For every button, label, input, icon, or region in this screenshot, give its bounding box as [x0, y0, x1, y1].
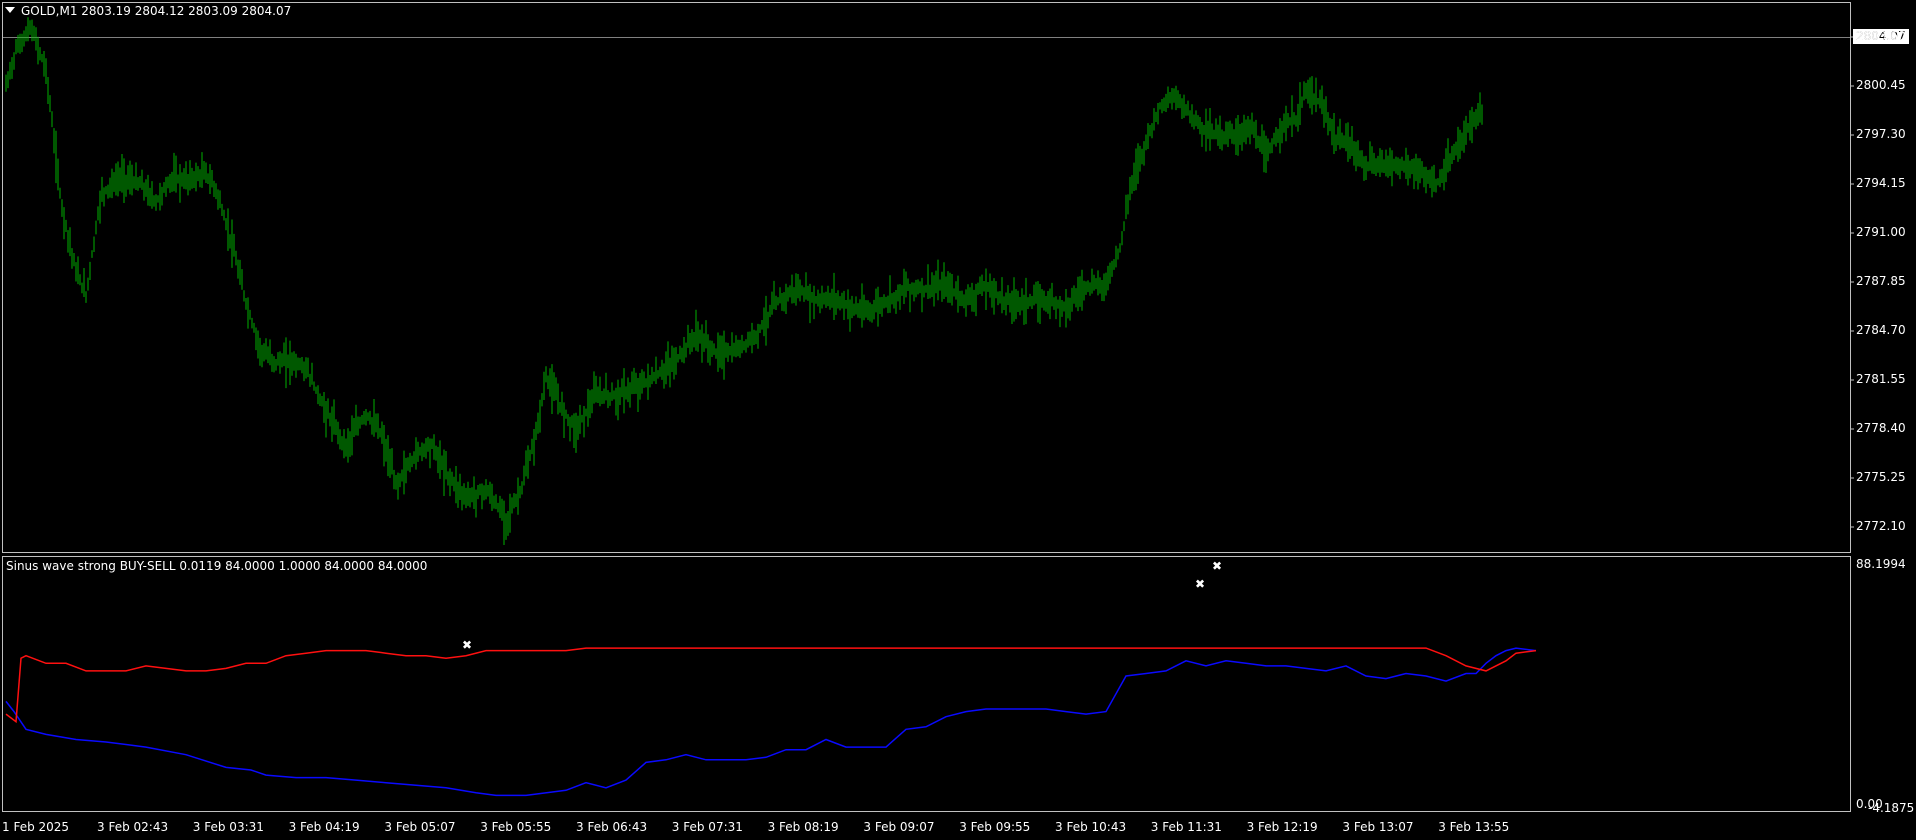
indicator-axis-top: 88.1994 — [1856, 557, 1906, 571]
time-axis-label: 3 Feb 05:55 — [480, 820, 552, 834]
time-axis-label: 3 Feb 13:55 — [1438, 820, 1510, 834]
time-axis-label: 3 Feb 03:31 — [192, 820, 264, 834]
price-axis-label: 2778.40 — [1856, 421, 1906, 435]
indicator-title: Sinus wave strong BUY-SELL 0.0119 84.000… — [6, 559, 428, 573]
indicator-axis-bottom-overlap: -4.1875 — [1868, 801, 1915, 815]
price-axis-label: 2772.10 — [1856, 519, 1906, 533]
chart-title: GOLD,M1 2803.19 2804.12 2803.09 2804.07 — [21, 4, 292, 18]
indicator-frame — [2, 556, 1851, 812]
price-axis-label: 2794.15 — [1856, 176, 1906, 190]
time-axis-label: 3 Feb 05:07 — [384, 820, 456, 834]
time-axis-label: 3 Feb 12:19 — [1246, 820, 1318, 834]
chart-canvas: ✖ ✖ ✖ — [2, 2, 1854, 812]
price-axis-label: 2775.25 — [1856, 470, 1906, 484]
price-axis-label: 2800.45 — [1856, 78, 1906, 92]
time-axis-label: 3 Feb 09:07 — [863, 820, 935, 834]
time-axis-label: 3 Feb 04:19 — [288, 820, 360, 834]
main-chart-frame — [2, 2, 1851, 553]
time-axis-label: 3 Feb 06:43 — [576, 820, 648, 834]
time-axis-label: 3 Feb 11:31 — [1150, 820, 1222, 834]
price-axis-label: 2787.85 — [1856, 274, 1906, 288]
time-axis-label: 3 Feb 02:43 — [97, 820, 169, 834]
price-axis-label: 2784.70 — [1856, 323, 1906, 337]
time-axis-label: 3 Feb 09:55 — [959, 820, 1031, 834]
signal-marker: ✖ — [1212, 559, 1222, 573]
time-axis-label: 3 Feb 07:31 — [671, 820, 743, 834]
price-axis-label: 2781.55 — [1856, 372, 1906, 386]
time-axis-label: 3 Feb 08:19 — [767, 820, 839, 834]
price-axis-label: 2803.60 — [1856, 29, 1906, 43]
time-axis-label: 3 Feb 13:07 — [1342, 820, 1414, 834]
signal-marker: ✖ — [462, 638, 472, 652]
price-axis-label: 2791.00 — [1856, 225, 1906, 239]
signal-marker: ✖ — [1195, 577, 1205, 591]
time-axis-label: 3 Feb 10:43 — [1055, 820, 1127, 834]
price-axis-label: 2797.30 — [1856, 127, 1906, 141]
symbol-dropdown-icon[interactable] — [5, 7, 15, 13]
time-axis-label: 1 Feb 2025 — [2, 820, 70, 834]
